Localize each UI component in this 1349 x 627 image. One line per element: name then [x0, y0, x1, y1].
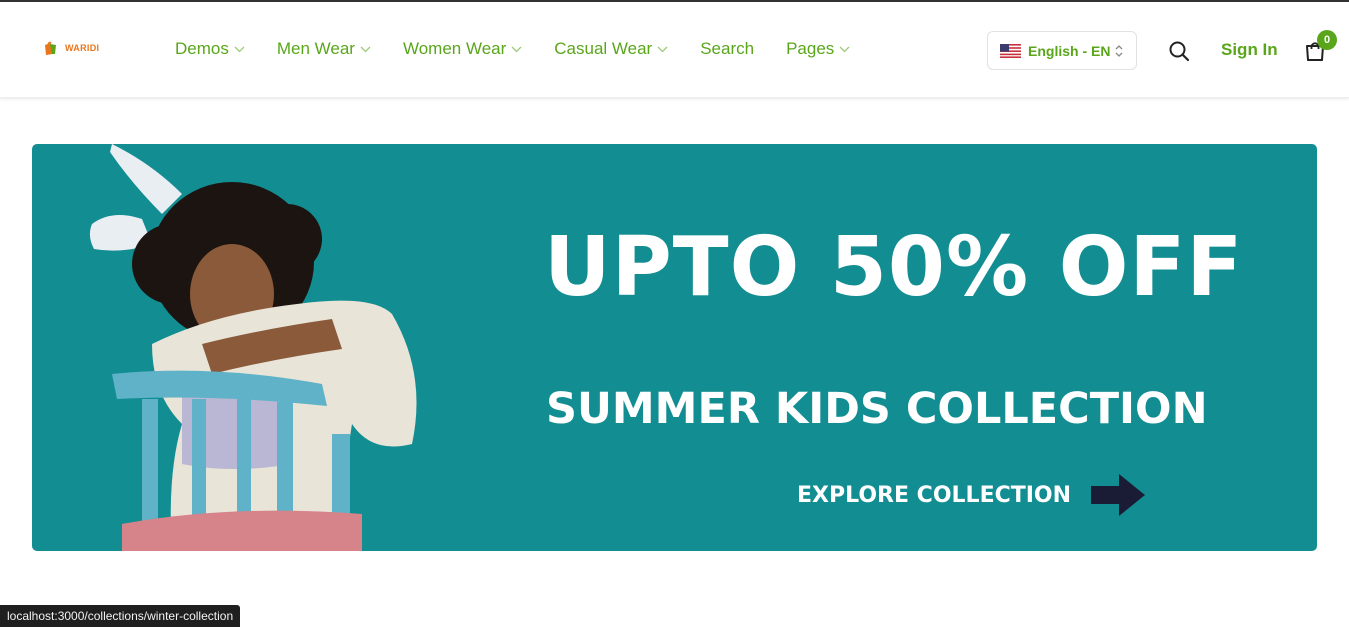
brand-name: WARIDI — [65, 43, 100, 53]
banner-headline: UPTO 50% OFF — [544, 220, 1244, 315]
nav-item-label: Pages — [786, 39, 835, 58]
chevron-down-icon — [839, 46, 850, 52]
brand-logo[interactable]: WARIDI — [42, 40, 99, 56]
language-label: English - EN — [1028, 42, 1111, 59]
banner-subline: SUMMER KIDS COLLECTION — [546, 384, 1208, 434]
nav-item-label: Search — [700, 39, 755, 58]
promo-banner[interactable]: UPTO 50% OFF SUMMER KIDS COLLECTION EXPL… — [32, 144, 1317, 551]
site-header: WARIDI Demos Men Wear Women Wear Casual … — [0, 2, 1349, 98]
search-icon — [1169, 41, 1190, 62]
nav-item-casual-wear[interactable]: Casual Wear — [554, 39, 668, 59]
cta-label: EXPLORE COLLECTION — [797, 482, 1072, 508]
kid-on-chair-image — [89, 144, 417, 551]
chevron-down-icon — [657, 46, 668, 52]
browser-status-url: localhost:3000/collections/winter-collec… — [0, 605, 241, 627]
cart-count-badge: 0 — [1317, 30, 1337, 50]
language-selector[interactable]: English - EN — [987, 31, 1137, 70]
search-button[interactable] — [1168, 40, 1190, 67]
nav-item-label: Men Wear — [276, 39, 355, 58]
nav-item-label: Women Wear — [402, 39, 507, 58]
nav-item-search[interactable]: Search — [700, 39, 754, 59]
shopping-bag-logo-icon — [45, 41, 56, 55]
sign-in-link[interactable]: Sign In — [1221, 40, 1278, 60]
nav-item-label: Demos — [175, 39, 229, 58]
chevron-down-icon — [234, 46, 245, 52]
chevron-down-icon — [511, 46, 522, 52]
explore-collection-cta[interactable]: EXPLORE COLLECTION — [797, 472, 1147, 518]
nav-item-label: Casual Wear — [554, 39, 653, 58]
nav-item-demos[interactable]: Demos — [175, 39, 245, 59]
nav-item-men-wear[interactable]: Men Wear — [277, 39, 371, 59]
chevron-up-down-icon — [1115, 45, 1123, 57]
chevron-down-icon — [360, 46, 371, 52]
main-nav: Demos Men Wear Women Wear Casual Wear Se… — [175, 39, 882, 59]
nav-item-pages[interactable]: Pages — [786, 39, 850, 59]
arrow-right-icon — [1091, 474, 1146, 516]
us-flag-icon — [1000, 43, 1021, 58]
nav-item-women-wear[interactable]: Women Wear — [403, 39, 522, 59]
